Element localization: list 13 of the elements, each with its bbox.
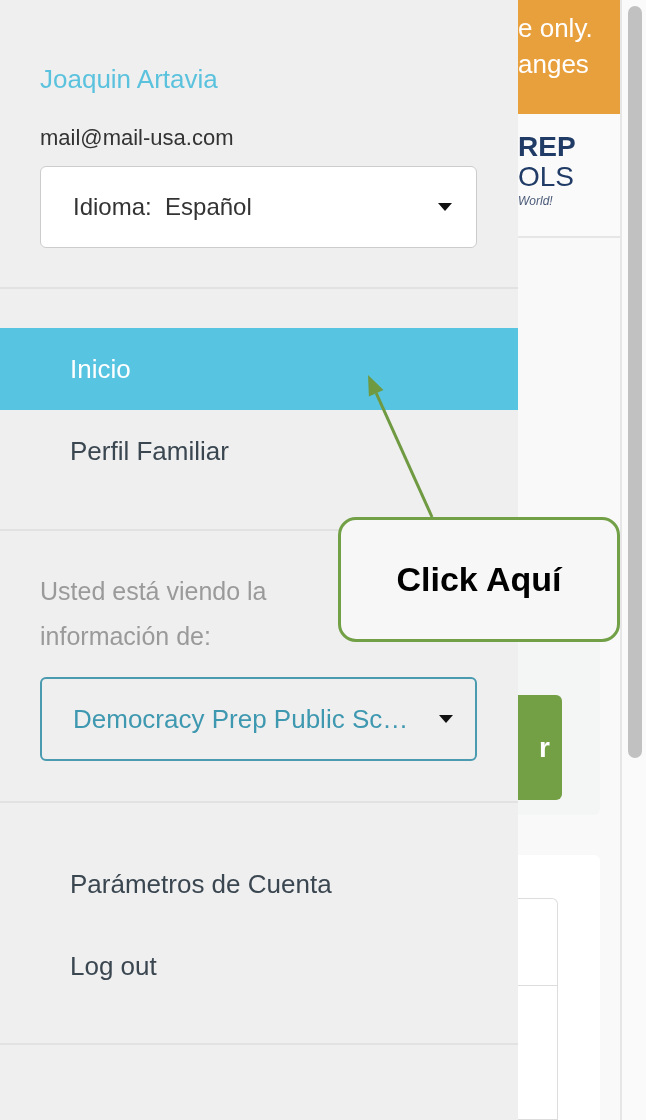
menu-item[interactable]: Parámetros de Cuenta [0, 843, 342, 925]
callout-text: Click Aquí [396, 560, 562, 599]
school-logo: REP OLS World! [518, 131, 576, 210]
user-email: mail@mail-usa.com [40, 125, 234, 151]
scrollbar-thumb[interactable] [628, 6, 642, 758]
notice-text: anges [518, 48, 589, 81]
menu-item[interactable]: Log out [0, 925, 167, 1007]
notice-text: e only. [518, 12, 593, 45]
viewing-label: Usted está viendo la información de: [40, 576, 268, 652]
caret-icon [438, 203, 452, 211]
language-select[interactable]: Idioma: Español [40, 166, 477, 248]
caret-icon [439, 715, 453, 723]
nav-item[interactable]: Perfil Familiar [0, 410, 518, 492]
